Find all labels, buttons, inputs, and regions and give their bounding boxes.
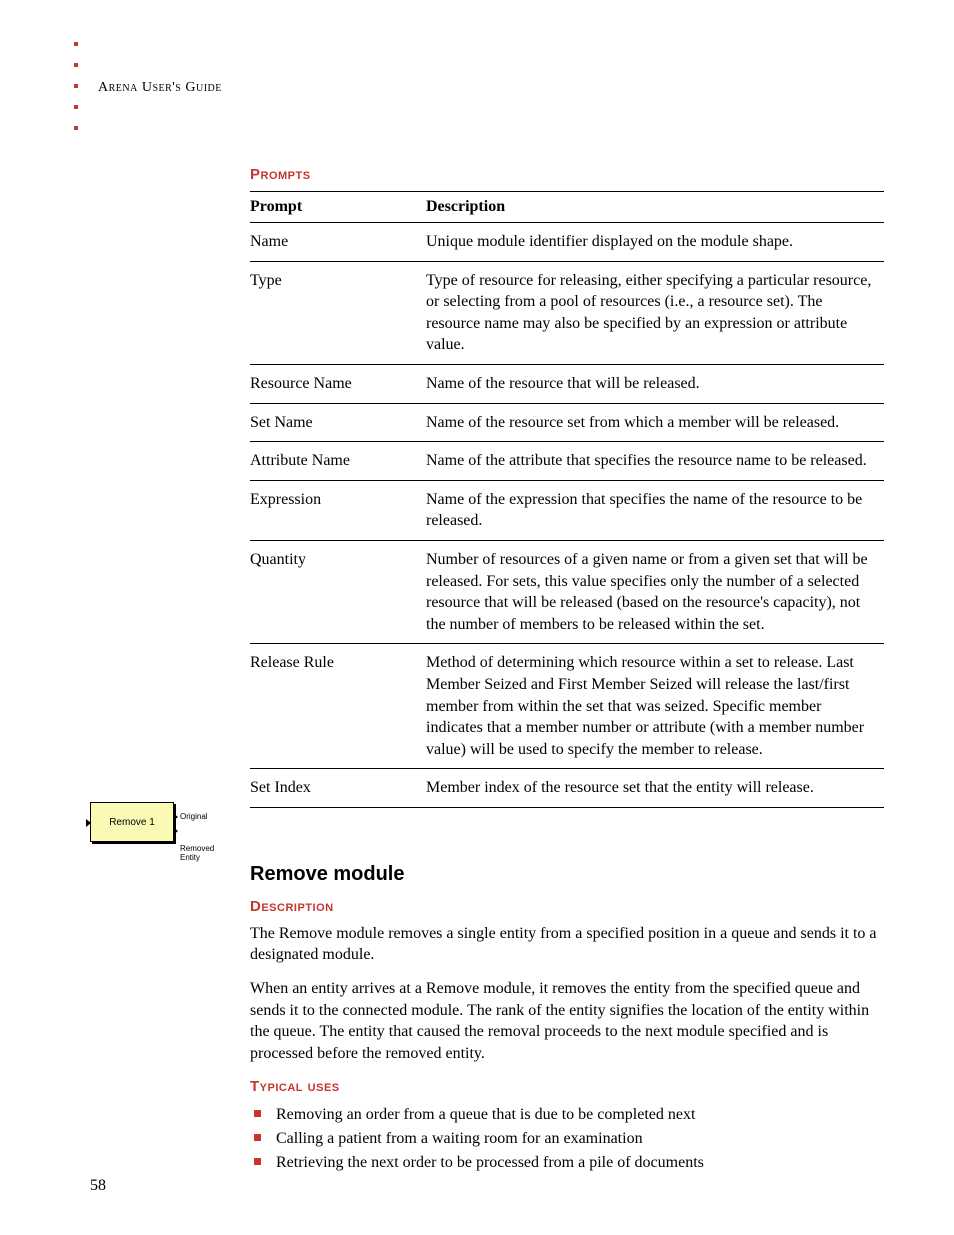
prompts-table: Prompt Description NameUnique module ide… bbox=[250, 191, 884, 808]
prompt-cell: Set Name bbox=[250, 403, 426, 442]
list-item: Removing an order from a queue that is d… bbox=[250, 1103, 884, 1127]
description-paragraph: The Remove module removes a single entit… bbox=[250, 923, 884, 966]
module-box-label: Remove 1 bbox=[109, 817, 155, 828]
description-paragraph: When an entity arrives at a Remove modul… bbox=[250, 978, 884, 1064]
list-item: Calling a patient from a waiting room fo… bbox=[250, 1127, 884, 1151]
desc-cell: Unique module identifier displayed on th… bbox=[426, 223, 884, 262]
table-row: TypeType of resource for releasing, eith… bbox=[250, 261, 884, 364]
section-heading-prompts: Prompts bbox=[250, 166, 884, 183]
table-row: Release RuleMethod of determining which … bbox=[250, 644, 884, 769]
desc-cell: Number of resources of a given name or f… bbox=[426, 540, 884, 643]
section-heading-uses: Typical uses bbox=[250, 1078, 884, 1095]
desc-cell: Name of the attribute that specifies the… bbox=[426, 442, 884, 481]
desc-cell: Member index of the resource set that th… bbox=[426, 769, 884, 808]
margin-dots bbox=[74, 42, 78, 147]
section-heading-description: Description bbox=[250, 898, 884, 915]
module-title: Remove module bbox=[250, 863, 884, 886]
desc-cell: Name of the expression that specifies th… bbox=[426, 480, 884, 540]
table-row: Attribute NameName of the attribute that… bbox=[250, 442, 884, 481]
prompt-cell: Quantity bbox=[250, 540, 426, 643]
desc-cell: Name of the resource set from which a me… bbox=[426, 403, 884, 442]
module-box: Remove 1 bbox=[90, 802, 174, 842]
prompt-cell: Type bbox=[250, 261, 426, 364]
typical-uses-list: Removing an order from a queue that is d… bbox=[250, 1103, 884, 1175]
desc-cell: Name of the resource that will be releas… bbox=[426, 364, 884, 403]
list-item: Retrieving the next order to be processe… bbox=[250, 1151, 884, 1175]
running-header: Arena User's Guide bbox=[98, 80, 884, 96]
diagram-label-original: Original bbox=[180, 812, 208, 821]
module-shape-diagram: Remove 1 Original Removed Entity bbox=[90, 802, 174, 842]
diagram-label-removed: Removed Entity bbox=[180, 844, 214, 862]
prompt-cell: Attribute Name bbox=[250, 442, 426, 481]
desc-cell: Type of resource for releasing, either s… bbox=[426, 261, 884, 364]
table-row: QuantityNumber of resources of a given n… bbox=[250, 540, 884, 643]
page-number: 58 bbox=[90, 1177, 106, 1195]
col-header-prompt: Prompt bbox=[250, 192, 426, 223]
table-row: ExpressionName of the expression that sp… bbox=[250, 480, 884, 540]
prompt-cell: Name bbox=[250, 223, 426, 262]
prompt-cell: Expression bbox=[250, 480, 426, 540]
table-row: Resource NameName of the resource that w… bbox=[250, 364, 884, 403]
prompt-cell: Resource Name bbox=[250, 364, 426, 403]
desc-cell: Method of determining which resource wit… bbox=[426, 644, 884, 769]
col-header-description: Description bbox=[426, 192, 884, 223]
table-row: Set NameName of the resource set from wh… bbox=[250, 403, 884, 442]
table-row: Set IndexMember index of the resource se… bbox=[250, 769, 884, 808]
table-row: NameUnique module identifier displayed o… bbox=[250, 223, 884, 262]
prompt-cell: Release Rule bbox=[250, 644, 426, 769]
prompt-cell: Set Index bbox=[250, 769, 426, 808]
